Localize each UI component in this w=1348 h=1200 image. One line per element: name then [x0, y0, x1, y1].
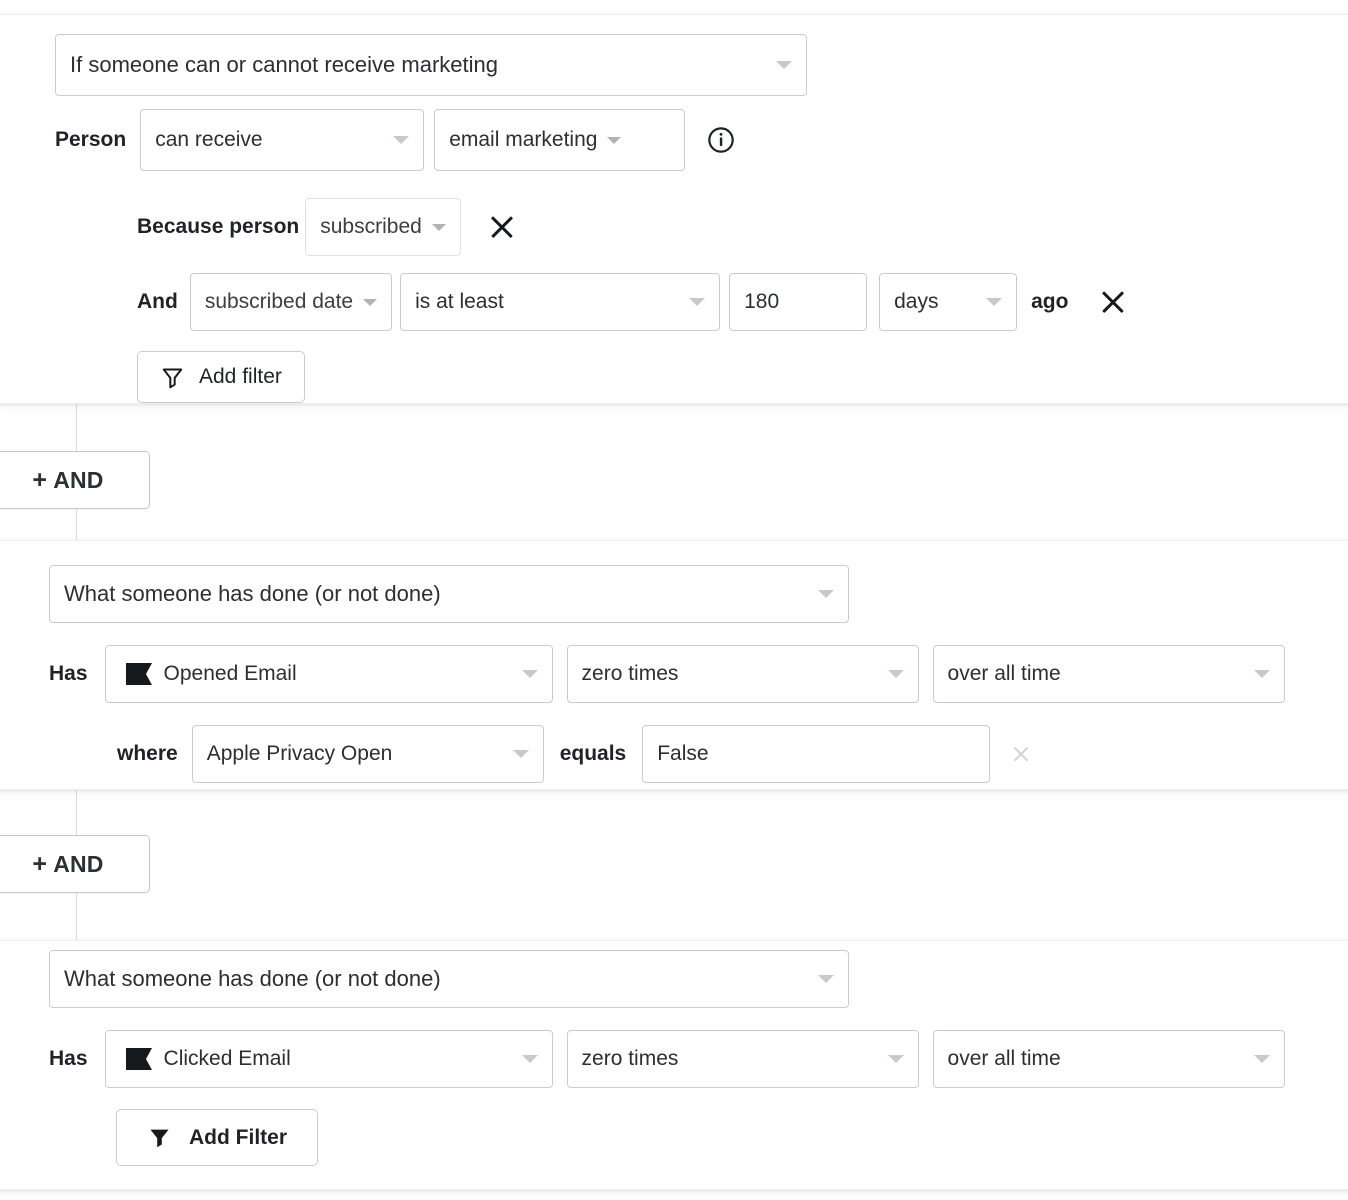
metric-row-label-3: Has [49, 1047, 88, 1070]
channel-select[interactable]: email marketing [434, 109, 686, 171]
chevron-down-icon [1253, 1055, 1270, 1063]
chevron-down-icon [887, 670, 904, 678]
group-2-timeframe-select[interactable]: over all time [932, 645, 1285, 703]
chevron-down-icon [607, 136, 622, 144]
date-operator-value: is at least [415, 290, 504, 313]
chevron-down-icon [818, 590, 834, 598]
group-3-event-select[interactable]: Clicked Email [104, 1030, 553, 1088]
permission-select[interactable]: can receive [140, 109, 425, 171]
group-1-type-select[interactable]: If someone can or cannot receive marketi… [55, 34, 807, 96]
group-2-metric-row: Has Opened Email zero times over all tim… [49, 645, 1285, 703]
chevron-down-icon [393, 136, 410, 144]
flag-icon [125, 663, 152, 685]
group-2-filter-value: False [657, 742, 709, 765]
remove-reason-button[interactable] [487, 212, 517, 242]
group-2-type-select[interactable]: What someone has done (or not done) [49, 565, 849, 623]
filter-row-label: where [117, 742, 178, 765]
plus-icon: + [32, 849, 48, 878]
group-2-frequency-select[interactable]: zero times [566, 645, 919, 703]
date-property-value: subscribed date [204, 290, 354, 313]
funnel-filled-icon [147, 1125, 172, 1150]
group-3-type-label: What someone has done (or not done) [64, 966, 441, 991]
date-amount-input[interactable]: 180 [729, 273, 868, 331]
reason-row-label: Because person [137, 215, 300, 238]
chevron-down-icon [776, 61, 792, 69]
date-row-suffix: ago [1031, 290, 1069, 313]
chevron-down-icon [887, 1055, 904, 1063]
group-3-add-filter-label: Add Filter [189, 1125, 287, 1149]
condition-group-3: What someone has done (or not done) Has … [0, 940, 1348, 1190]
permission-value: can receive [155, 128, 263, 151]
group-1-reason-row: Because person subscribed [137, 198, 517, 256]
add-and-condition-button-1[interactable]: + AND [0, 451, 150, 509]
group-1-add-filter-button[interactable]: Add filter [137, 351, 305, 403]
plus-icon: + [32, 465, 48, 494]
remove-date-filter-button[interactable] [1098, 287, 1128, 317]
info-circle-icon[interactable] [707, 126, 735, 154]
group-1-person-row: Person can receive email marketing [55, 109, 735, 171]
group-2-event-select[interactable]: Opened Email [104, 645, 553, 703]
group-2-filter-value-input[interactable]: False [642, 725, 991, 783]
date-property-select[interactable]: subscribed date [189, 273, 393, 331]
group-2-filter-row: where Apple Privacy Open equals False [117, 725, 1036, 783]
group-3-add-filter-button[interactable]: Add Filter [116, 1109, 318, 1166]
group-1-type-label: If someone can or cannot receive marketi… [70, 52, 499, 77]
chevron-down-icon [521, 1055, 538, 1063]
remove-property-filter-button[interactable] [1006, 739, 1036, 769]
group-2-event-value: Opened Email [163, 662, 297, 685]
group-2-timeframe-value: over all time [947, 662, 1061, 685]
group-2-filter-property-value: Apple Privacy Open [206, 742, 393, 765]
group-3-type-select[interactable]: What someone has done (or not done) [49, 950, 849, 1008]
add-and-condition-button-2[interactable]: + AND [0, 835, 150, 893]
group-2-frequency-value: zero times [581, 662, 679, 685]
chevron-down-icon [986, 298, 1003, 306]
channel-value: email marketing [449, 128, 598, 151]
chevron-down-icon [431, 223, 446, 231]
reason-value: subscribed [320, 215, 422, 238]
and-label-2: AND [53, 850, 104, 877]
segment-builder: If someone can or cannot receive marketi… [0, 0, 1348, 1200]
date-unit-select[interactable]: days [879, 273, 1018, 331]
reason-select[interactable]: subscribed [305, 198, 461, 256]
group-2-type-label: What someone has done (or not done) [64, 581, 441, 606]
chevron-down-icon [521, 670, 538, 678]
funnel-outline-icon [160, 365, 185, 390]
group-3-event-value: Clicked Email [163, 1047, 291, 1070]
chevron-down-icon [512, 750, 529, 758]
chevron-down-icon [1253, 670, 1270, 678]
group-3-frequency-select[interactable]: zero times [566, 1030, 919, 1088]
metric-row-label-2: Has [49, 662, 88, 685]
condition-group-1: If someone can or cannot receive marketi… [0, 14, 1348, 404]
chevron-down-icon [818, 975, 834, 983]
date-operator-select[interactable]: is at least [400, 273, 721, 331]
group-3-frequency-value: zero times [581, 1047, 679, 1070]
group-1-add-filter-label: Add filter [199, 365, 282, 388]
flag-icon [125, 1048, 152, 1070]
date-row-label: And [137, 290, 178, 313]
date-amount-value: 180 [744, 290, 780, 313]
group-1-date-row: And subscribed date is at least 180 days… [137, 273, 1128, 331]
and-label-1: AND [53, 466, 104, 493]
group-2-filter-property-select[interactable]: Apple Privacy Open [191, 725, 544, 783]
date-unit-value: days [894, 290, 939, 313]
person-row-label: Person [55, 128, 127, 151]
condition-group-2: What someone has done (or not done) Has … [0, 540, 1348, 790]
chevron-down-icon [689, 298, 706, 306]
filter-operator-label: equals [559, 742, 627, 765]
chevron-down-icon [363, 298, 378, 306]
group-3-timeframe-value: over all time [947, 1047, 1061, 1070]
group-3-timeframe-select[interactable]: over all time [932, 1030, 1285, 1088]
group-3-metric-row: Has Clicked Email zero times over all ti… [49, 1030, 1285, 1088]
